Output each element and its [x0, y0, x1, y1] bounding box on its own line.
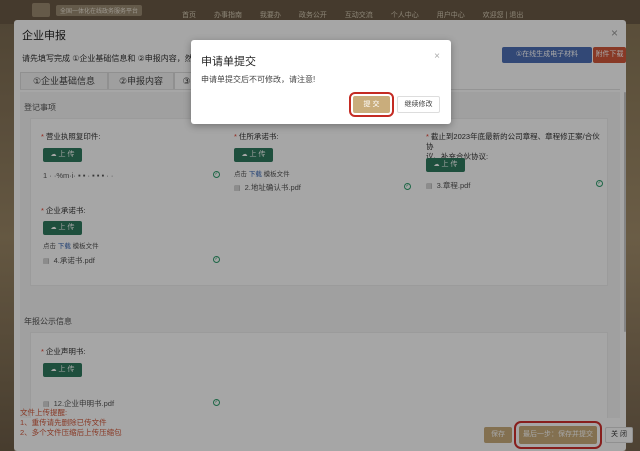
continue-edit-button[interactable]: 继续修改: [397, 96, 440, 113]
confirm-submit-button[interactable]: 提 交: [349, 92, 394, 117]
close-icon[interactable]: ×: [434, 51, 440, 62]
dialog-message: 申请单提交后不可修改，请注意!: [201, 75, 316, 84]
submit-confirm-dialog: 申请单提交 × 申请单提交后不可修改，请注意! 提 交 继续修改: [191, 40, 451, 124]
dialog-title: 申请单提交: [201, 56, 256, 68]
